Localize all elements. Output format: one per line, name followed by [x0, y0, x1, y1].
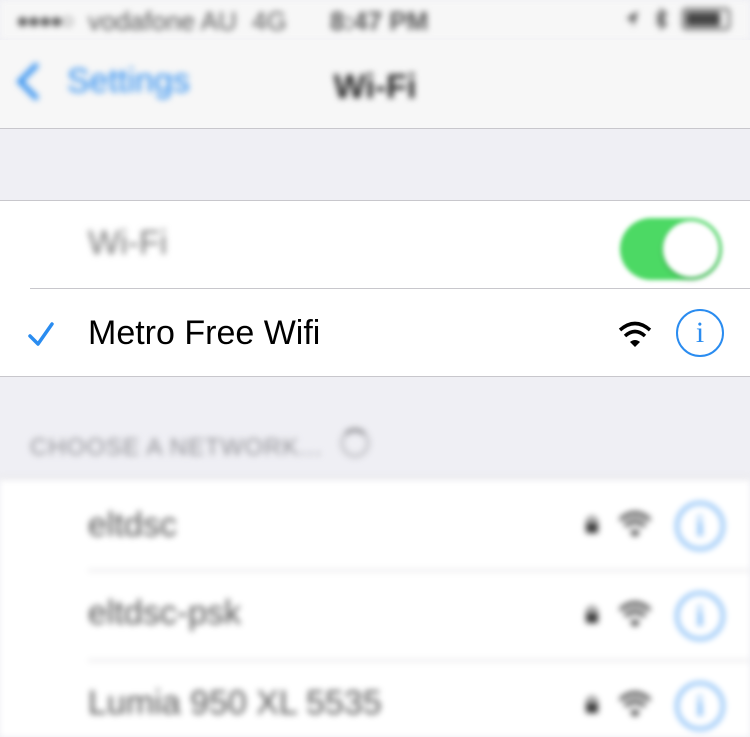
navigation-bar: Settings Wi-Fi	[0, 40, 750, 129]
connected-network-name: Metro Free Wifi	[88, 314, 321, 352]
wifi-label: Wi-Fi	[88, 224, 168, 262]
lock-icon	[586, 606, 598, 623]
network-row[interactable]: eltdsc-psk i	[0, 570, 750, 660]
connected-network-row[interactable]: Metro Free Wifi i	[0, 288, 750, 377]
info-icon[interactable]: i	[676, 309, 724, 357]
carrier-name: vodafone AU	[88, 6, 237, 36]
toggle-knob	[663, 221, 719, 277]
network-name: eltdsc	[88, 506, 177, 544]
lock-icon	[586, 696, 598, 713]
status-bar: ●●●●○ vodafone AU 4G 8:47 PM	[0, 0, 750, 40]
network-name: Lumia 950 XL 5535	[88, 684, 382, 722]
signal-strength: ●●●●○	[16, 8, 74, 33]
bluetooth-icon	[655, 8, 668, 30]
network-name: eltdsc-psk	[88, 594, 242, 632]
available-networks-group: eltdsc i eltdsc-psk i Lumia 950 XL 5535	[0, 478, 750, 737]
wifi-toggle[interactable]	[620, 218, 722, 280]
battery-icon	[682, 8, 730, 30]
wifi-signal-icon	[618, 321, 652, 347]
wifi-signal-icon	[618, 601, 652, 627]
wifi-signal-icon	[618, 691, 652, 717]
choose-network-header: CHOOSE A NETWORK...	[30, 434, 323, 461]
network-row[interactable]: eltdsc i	[0, 478, 750, 570]
loading-spinner-icon	[340, 428, 370, 458]
wifi-toggle-row: Wi-Fi	[0, 200, 750, 288]
checkmark-icon	[28, 322, 54, 346]
wifi-settings-group: Wi-Fi Metro Free Wifi i	[0, 200, 750, 377]
wifi-signal-icon	[618, 511, 652, 537]
page-title: Wi-Fi	[333, 68, 417, 106]
location-icon	[626, 11, 638, 27]
status-time: 8:47 PM	[330, 6, 429, 36]
network-row[interactable]: Lumia 950 XL 5535 i	[0, 660, 750, 737]
lock-icon	[586, 516, 598, 533]
info-icon[interactable]: i	[676, 592, 724, 640]
network-type: 4G	[252, 6, 287, 36]
info-icon[interactable]: i	[676, 682, 724, 730]
info-icon[interactable]: i	[676, 502, 724, 550]
status-right-icons	[624, 8, 730, 30]
